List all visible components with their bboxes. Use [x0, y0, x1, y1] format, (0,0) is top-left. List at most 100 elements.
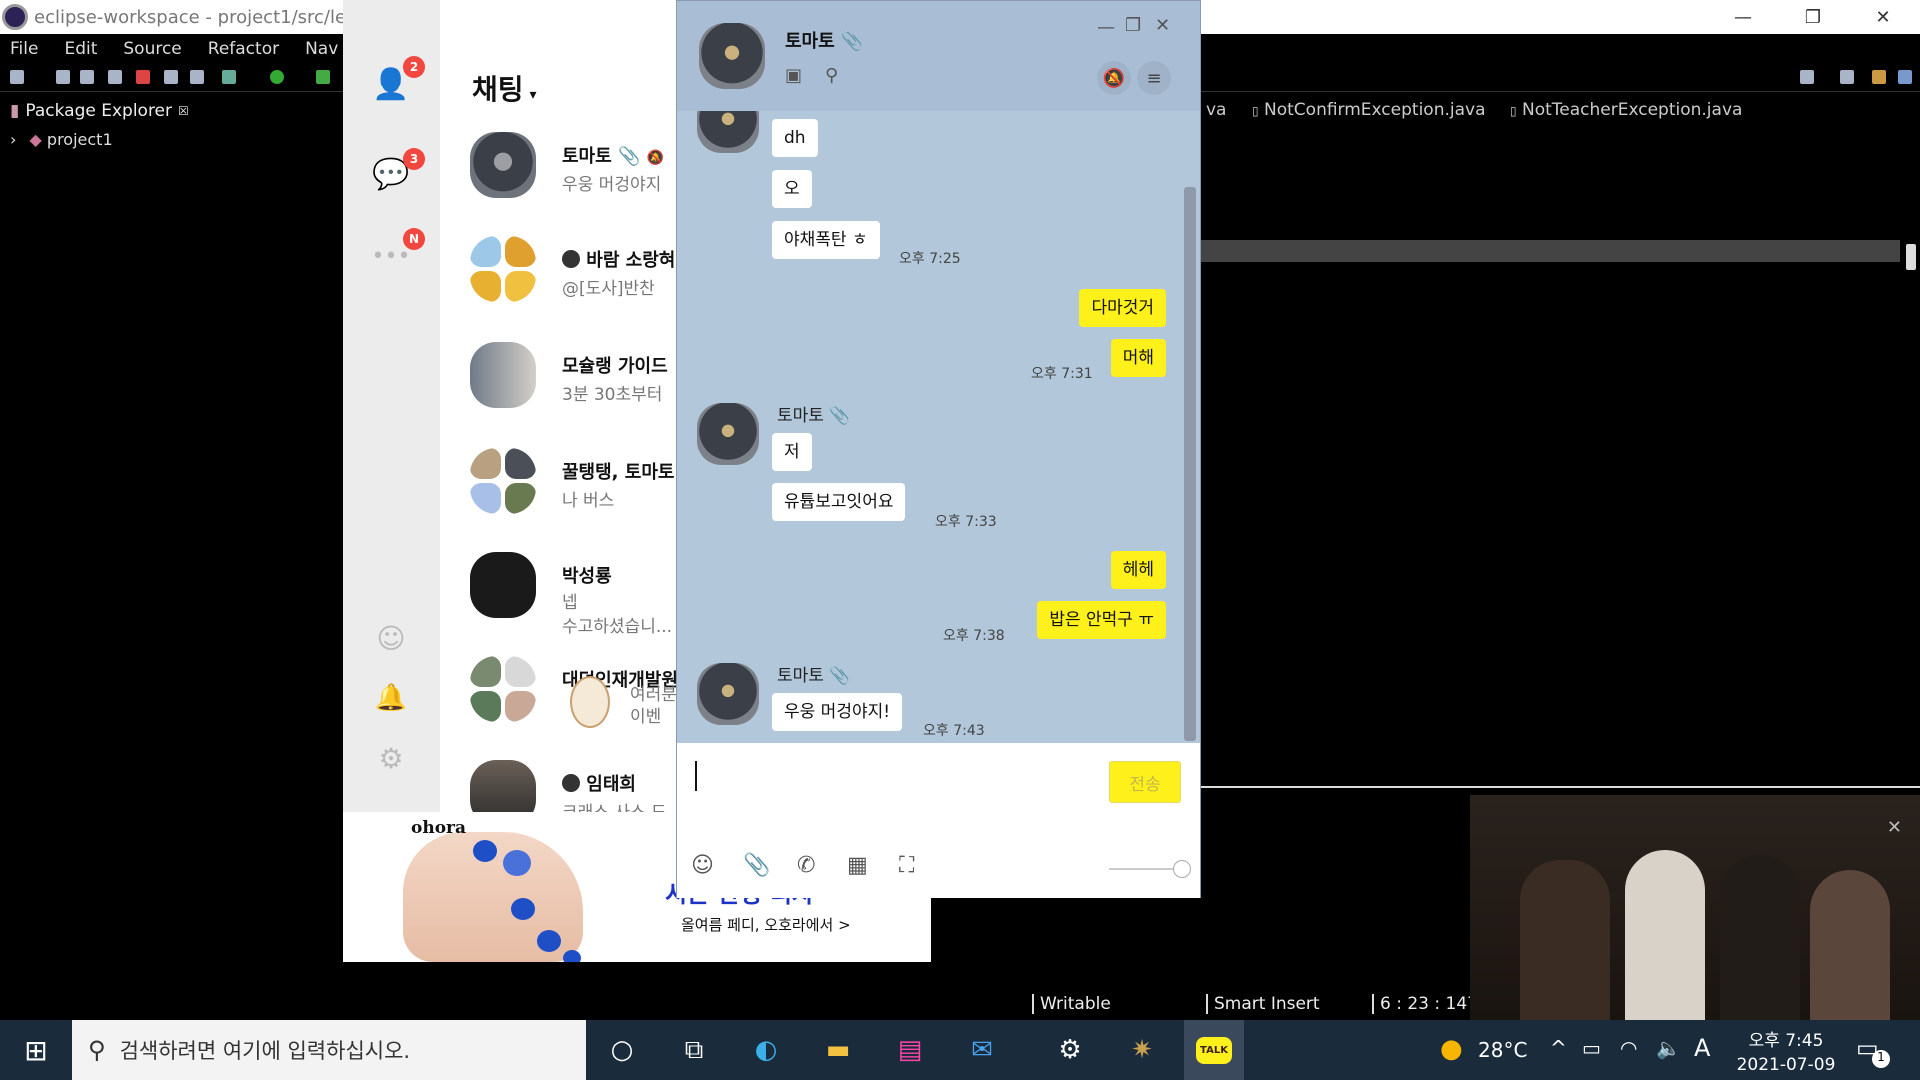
eclipse-app-icon[interactable]: ✷: [1112, 1020, 1172, 1080]
chat-room-item[interactable]: 모슐랭 가이드 3분 30초부터: [470, 342, 680, 432]
windows-start-icon[interactable]: ⊞: [0, 1020, 72, 1080]
maximize-icon[interactable]: ❐: [1125, 15, 1141, 36]
save-icon[interactable]: [56, 70, 70, 84]
capture-icon[interactable]: ⛶: [899, 853, 914, 878]
dropdown-icon[interactable]: ▾: [530, 87, 537, 103]
battery-icon[interactable]: ▭: [1582, 1036, 1601, 1060]
message-bubble-mine[interactable]: 밥은 안먹구 ㅠ: [1037, 601, 1166, 640]
menu-edit[interactable]: Edit: [64, 39, 97, 59]
chat-room-item[interactable]: 대덕인재개발원 여러분 이벤: [470, 656, 680, 746]
ad-nail: [537, 930, 561, 952]
project-label: project1: [46, 130, 113, 149]
project-tree-item[interactable]: › ◆ project1: [10, 130, 113, 149]
room-name: 임태희: [562, 770, 636, 796]
expand-chevron-icon[interactable]: ›: [10, 130, 16, 149]
debug-icon[interactable]: [222, 70, 236, 84]
close-icon[interactable]: ✕: [1852, 0, 1914, 34]
chat-room-item[interactable]: 바람 소랑혀 @[도사]반찬: [470, 236, 680, 326]
opacity-slider[interactable]: [1109, 868, 1181, 870]
message-bubble-mine[interactable]: 머해: [1110, 339, 1166, 378]
message-bubble[interactable]: 오: [772, 170, 812, 209]
search-icon[interactable]: [1800, 70, 1814, 84]
emoticon-icon[interactable]: ☺: [691, 853, 714, 878]
video-close-icon[interactable]: ✕: [1887, 817, 1902, 838]
menu-navigate[interactable]: Nav: [305, 39, 338, 59]
message-input[interactable]: 전송 ☺ 📎 ✆ ▦ ⛶: [677, 743, 1200, 898]
debug-perspective-icon[interactable]: [1898, 70, 1912, 84]
chat-room-item[interactable]: 토마토 📎 🔕 우웅 머겅야지: [470, 132, 680, 222]
tool-icon[interactable]: [316, 70, 330, 84]
chat-room-item[interactable]: 꿀탱탱, 토마토 나 버스: [470, 448, 680, 538]
emoticon-icon[interactable]: ☺: [371, 618, 411, 658]
perspective-icon[interactable]: [1840, 70, 1854, 84]
restore-icon[interactable]: ❐: [1782, 0, 1844, 34]
mail-icon[interactable]: ✉: [952, 1020, 1012, 1080]
chats-title[interactable]: 채팅 ▾: [472, 68, 537, 108]
weather-temp[interactable]: 28°C: [1478, 1038, 1527, 1062]
menu-source[interactable]: Source: [123, 39, 181, 59]
message-bubble[interactable]: 우웅 머겅야지!: [772, 693, 903, 732]
search-icon[interactable]: ⚲: [825, 65, 838, 86]
new-icon[interactable]: [10, 70, 24, 84]
chat-partner-avatar[interactable]: [699, 23, 765, 89]
taskbar: ⊞ ⚲ 검색하려면 여기에 입력하십시오. ○ ⧉ ◐ ▬ ▤ ✉ ⚙ ✷ TA…: [0, 1020, 1920, 1080]
java-perspective-icon[interactable]: [1872, 70, 1886, 84]
terminal-icon[interactable]: [108, 70, 122, 84]
edge-icon[interactable]: ◐: [736, 1020, 796, 1080]
drawer-icon[interactable]: ▣: [785, 65, 802, 86]
minimize-icon[interactable]: —: [1097, 17, 1115, 38]
save-all-icon[interactable]: [80, 70, 94, 84]
mute-icon[interactable]: 🔕: [1097, 61, 1131, 95]
editor-tab-partial[interactable]: va: [1206, 100, 1226, 120]
package-explorer-icon: ▮: [10, 101, 20, 121]
store-icon[interactable]: ▤: [880, 1020, 940, 1080]
editor-tab-notconfirm[interactable]: ▯ NotConfirmException.java: [1252, 100, 1486, 120]
opacity-slider-knob[interactable]: [1173, 860, 1191, 878]
ime-indicator[interactable]: A: [1694, 1034, 1710, 1062]
task-view-icon[interactable]: ⧉: [664, 1020, 724, 1080]
editor-tab-notteacher[interactable]: ▯ NotTeacherException.java: [1510, 100, 1742, 120]
video-overlay[interactable]: ✕: [1470, 795, 1920, 1020]
menu-icon[interactable]: ≡: [1137, 61, 1171, 95]
bell-icon[interactable]: 🔔: [371, 678, 411, 718]
attach-icon[interactable]: 📎: [743, 853, 770, 878]
volume-icon[interactable]: 🔈: [1656, 1036, 1681, 1060]
menu-file[interactable]: File: [10, 39, 38, 59]
chat-scrollbar[interactable]: [1184, 187, 1196, 741]
package-explorer-tab[interactable]: ▮ Package Explorer ☒: [0, 96, 340, 126]
ad-cta[interactable]: 올여름 페디, 오호라에서 >: [681, 914, 851, 935]
show-hidden-icons-icon[interactable]: ^: [1550, 1036, 1567, 1060]
message-bubble-mine[interactable]: 다마것거: [1079, 289, 1166, 328]
settings-icon[interactable]: ⚙: [371, 738, 411, 778]
message-bubble-mine[interactable]: 헤헤: [1110, 551, 1166, 590]
skip-icon[interactable]: [164, 70, 178, 84]
clock[interactable]: 오후 7:45 2021-07-09: [1736, 1026, 1836, 1075]
file-explorer-icon[interactable]: ▬: [808, 1020, 868, 1080]
more-badge: N: [403, 228, 425, 250]
message-bubble[interactable]: dh: [772, 119, 818, 158]
message-bubble[interactable]: 야채폭탄 ㅎ: [772, 221, 880, 260]
message-bubble[interactable]: 저: [772, 433, 812, 472]
editor-scrollbar[interactable]: [1906, 244, 1916, 270]
call-icon[interactable]: ✆: [797, 853, 815, 878]
menu-refactor[interactable]: Refactor: [208, 39, 279, 59]
run-icon[interactable]: [270, 70, 284, 84]
chat-messages: dh 오 야채폭탄 ㅎ 오후 7:25 다마것거 머해 오후 7:31 토마토 …: [677, 111, 1200, 743]
calendar-icon[interactable]: ▦: [847, 853, 868, 878]
close-icon[interactable]: ✕: [1155, 15, 1170, 36]
minimize-icon[interactable]: —: [1712, 0, 1774, 34]
wifi-icon[interactable]: ◠: [1620, 1036, 1637, 1060]
send-button[interactable]: 전송: [1109, 761, 1181, 803]
settings-icon[interactable]: ⚙: [1040, 1020, 1100, 1080]
room-avatar: [470, 132, 536, 198]
cortana-icon[interactable]: ○: [592, 1020, 652, 1080]
chat-room-item[interactable]: 임태희 크래스 사스 도: [470, 760, 680, 812]
chat-room-item[interactable]: 박성룡 넵 수고하셨습니...: [470, 552, 680, 642]
package-icon[interactable]: [190, 70, 204, 84]
kakaotalk-app-icon[interactable]: TALK: [1184, 1020, 1244, 1080]
message-bubble[interactable]: 유튭보고잇어요: [772, 483, 906, 522]
gift-icon[interactable]: [136, 70, 150, 84]
taskbar-search[interactable]: ⚲ 검색하려면 여기에 입력하십시오.: [72, 1020, 586, 1080]
room-avatar: [470, 760, 536, 812]
package-explorer-close-icon[interactable]: ☒: [178, 104, 189, 118]
